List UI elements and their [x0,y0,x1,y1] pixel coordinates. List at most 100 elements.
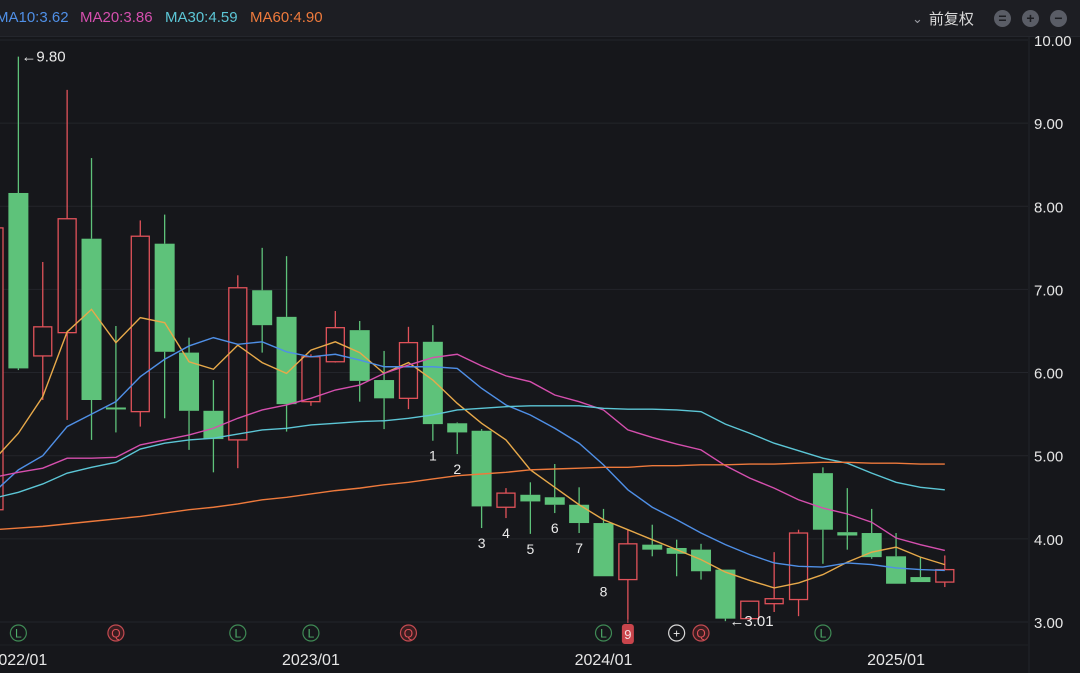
event-marker-l[interactable]: L [229,624,247,642]
x-tick-label: 2023/01 [282,652,340,669]
candle-body [252,290,273,326]
candle[interactable] [203,380,224,473]
candle-body [301,356,321,403]
candlestick-chart[interactable]: 10.00 9.00 8.00 7.00 6.00 5.00 4.00 3.00 2022/01… [0,0,1080,673]
marker-text: Q [696,627,705,641]
event-marker-l[interactable]: L [302,624,320,642]
candle[interactable] [520,482,541,534]
candle[interactable] [81,158,102,440]
candle[interactable] [642,524,663,557]
candle[interactable] [228,275,248,469]
candle[interactable] [935,555,955,588]
candle[interactable] [154,214,175,419]
y-tick-label: 5.00 [1034,449,1063,466]
candle-body [496,492,516,508]
candle-body [618,543,638,581]
candle-body [861,533,882,558]
candle-body [691,549,712,572]
candle[interactable] [0,227,4,522]
sequence-number-label: 8 [600,583,608,599]
candle-body [520,494,541,502]
candle[interactable] [471,429,492,529]
event-marker-l[interactable]: L [814,624,832,642]
candle[interactable] [398,326,419,410]
candle-body [57,218,77,334]
candle-body [105,407,126,410]
candle[interactable] [691,543,712,580]
candle-body [715,569,736,619]
sequence-number-label: 4 [502,525,510,541]
candle[interactable] [569,487,590,534]
candle[interactable] [57,89,77,420]
candle[interactable] [496,488,516,519]
candle-body [569,504,590,524]
candle-body [398,341,419,399]
candle[interactable] [812,467,833,564]
x-tick-label: 2022/01 [0,652,47,669]
y-tick-label: 9.00 [1034,116,1063,133]
event-marker-q[interactable]: Q [399,624,418,642]
candle-body [33,326,53,357]
y-tick-label: 10.00 [1034,33,1072,50]
x-tick-label: 2024/01 [575,652,633,669]
sequence-number-label: 7 [575,540,583,556]
y-tick-label: 8.00 [1034,199,1063,216]
candle-body [935,568,955,583]
extreme-price-label: ←9.80 [21,49,65,66]
candle-body [544,497,565,505]
candle-body [0,227,4,511]
sequence-number-label: 6 [551,520,559,536]
sequence-number-label: 5 [526,541,534,557]
marker-text: Q [111,627,120,641]
event-marker-tag[interactable]: 9 [621,619,634,644]
candle-body [812,473,833,530]
candle-body [374,380,395,399]
candle-body [349,330,370,381]
sequence-number-label: 1 [429,448,437,464]
candle[interactable] [8,56,29,371]
candle-body [154,243,175,352]
candle[interactable] [788,529,809,617]
y-tick-label: 6.00 [1034,366,1063,383]
candle[interactable] [252,247,273,353]
candle[interactable] [544,464,565,514]
candle-body [837,532,858,536]
candle-body [642,544,663,550]
candle[interactable] [374,350,395,430]
marker-text: + [673,627,680,641]
event-marker-l[interactable]: L [594,624,613,642]
candle-body [228,287,248,441]
event-marker-q[interactable]: Q [692,624,710,642]
marker-text: Q [404,627,413,641]
candle-body [886,556,907,584]
candle-body [593,523,614,577]
marker-text: L [600,627,607,641]
y-tick-label: 4.00 [1034,532,1063,549]
y-tick-label: 3.00 [1034,615,1063,632]
event-marker-plus[interactable]: + [668,624,686,642]
x-tick-label: 2025/01 [867,652,925,669]
candle[interactable] [422,325,443,441]
sequence-number-label: 3 [478,535,486,551]
marker-text: L [308,627,315,641]
extreme-price-label: ←3.01 [729,613,773,630]
event-marker-q[interactable]: Q [107,624,125,642]
marker-text: L [820,627,827,641]
candle-body [422,341,443,425]
candle[interactable] [447,422,468,455]
marker-text: 9 [624,627,631,642]
candle-body [910,577,931,583]
y-tick-label: 7.00 [1034,282,1063,299]
marker-text: L [234,627,241,641]
candle[interactable] [837,488,858,550]
candle-body [447,423,468,433]
candle-body [8,192,29,369]
sequence-number-label: 2 [453,461,461,477]
candle[interactable] [618,529,638,620]
event-marker-l[interactable]: L [9,624,27,642]
candle-body [764,598,784,605]
candle-body [276,316,297,405]
marker-text: L [15,627,22,641]
candle[interactable] [666,539,687,577]
candle-body [471,430,492,507]
